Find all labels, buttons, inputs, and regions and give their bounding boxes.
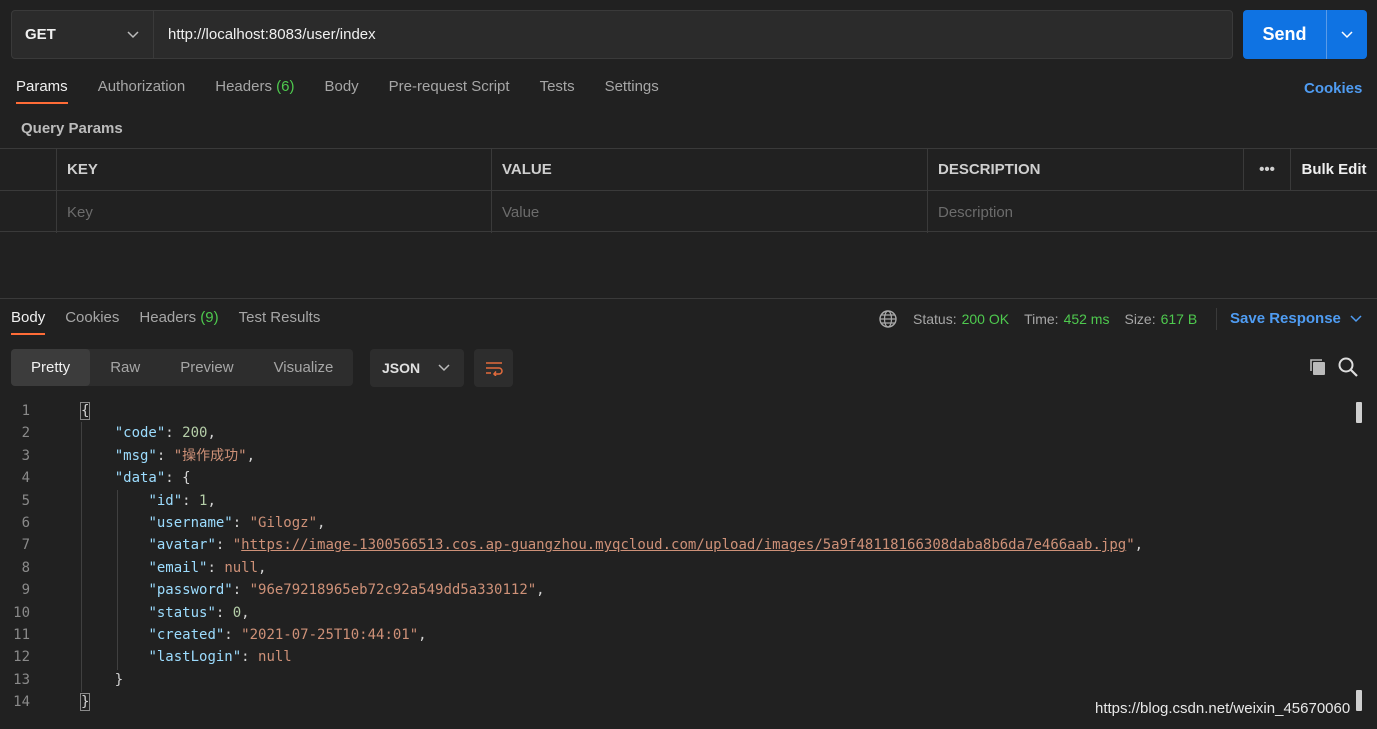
- headers-count: (6): [276, 78, 295, 95]
- watermark-text: https://blog.csdn.net/weixin_45670060: [1095, 700, 1351, 717]
- view-pretty[interactable]: Pretty: [11, 349, 91, 386]
- value-input[interactable]: Value: [491, 191, 928, 233]
- tab-pre-request-script[interactable]: Pre-request Script: [389, 78, 510, 104]
- format-select[interactable]: JSON: [370, 349, 464, 387]
- copy-icon[interactable]: [1307, 356, 1329, 378]
- tab-settings[interactable]: Settings: [605, 78, 659, 104]
- scrollbar-top[interactable]: [1356, 402, 1362, 423]
- bulk-edit-button[interactable]: Bulk Edit: [1290, 149, 1377, 190]
- request-tabs: Params Authorization Headers (6) Body Pr…: [16, 78, 689, 104]
- tab-headers[interactable]: Headers (6): [215, 78, 294, 104]
- code-line: 10 "status": 0,: [13, 604, 250, 621]
- chevron-down-icon: [438, 364, 450, 372]
- response-meta: Status: 200 OK Time: 452 ms Size: 617 B: [878, 309, 1212, 329]
- code-line: 13 }: [13, 671, 124, 688]
- time-value[interactable]: 452 ms: [1064, 311, 1110, 327]
- description-input[interactable]: Description: [927, 191, 1244, 233]
- tab-authorization[interactable]: Authorization: [98, 78, 186, 104]
- avatar-link[interactable]: https://image-1300566513.cos.ap-guangzho…: [241, 537, 1126, 553]
- response-headers-count: (9): [200, 309, 219, 326]
- table-row: Key Value Description: [0, 191, 1377, 233]
- status-value[interactable]: 200 OK: [962, 311, 1009, 327]
- code-line: 5 "id": 1,: [21, 492, 216, 509]
- column-key: KEY: [56, 149, 492, 190]
- separator: [1216, 308, 1217, 330]
- url-input[interactable]: [154, 11, 1232, 58]
- status-label: Status:: [913, 311, 957, 327]
- send-button-group: Send: [1243, 10, 1367, 59]
- size-label: Size:: [1124, 311, 1156, 327]
- size-value[interactable]: 617 B: [1161, 311, 1198, 327]
- key-input[interactable]: Key: [56, 191, 492, 233]
- tab-response-cookies[interactable]: Cookies: [65, 309, 119, 335]
- tab-response-body[interactable]: Body: [11, 309, 46, 335]
- response-body-editor[interactable]: 1{ 2 "code": 200, 3 "msg": "操作成功", 4 "da…: [0, 400, 1350, 713]
- view-preview[interactable]: Preview: [160, 349, 253, 386]
- code-line: 12 "lastLogin": null: [13, 649, 292, 666]
- code-line: 4 "data": {: [21, 470, 191, 487]
- column-value: VALUE: [491, 149, 928, 190]
- code-line: 2 "code": 200,: [21, 425, 216, 442]
- tab-test-results[interactable]: Test Results: [239, 309, 321, 335]
- query-params-title: Query Params: [21, 120, 123, 137]
- tab-body[interactable]: Body: [324, 78, 358, 104]
- tab-tests[interactable]: Tests: [540, 78, 575, 104]
- response-tabs: Body Cookies Headers (9) Test Results: [11, 309, 340, 335]
- code-line: 3 "msg": "操作成功",: [21, 447, 256, 464]
- method-label: GET: [25, 26, 56, 43]
- code-line: 1{: [21, 402, 91, 420]
- chevron-down-icon: [1341, 30, 1353, 38]
- view-mode-segment: Pretty Raw Preview Visualize: [11, 349, 354, 386]
- code-line: 9 "password": "96e79218965eb72c92a549dd5…: [21, 582, 545, 599]
- scrollbar-bottom[interactable]: [1356, 690, 1362, 711]
- code-line: 8 "email": null,: [21, 559, 267, 576]
- tab-response-headers[interactable]: Headers (9): [139, 309, 218, 335]
- chevron-down-icon: [127, 30, 139, 38]
- wrap-icon: [485, 362, 503, 376]
- method-select[interactable]: GET: [12, 11, 154, 58]
- code-line: 11 "created": "2021-07-25T10:44:01",: [13, 626, 427, 643]
- time-label: Time:: [1024, 311, 1059, 327]
- code-line: 6 "username": "Gilogz",: [21, 514, 326, 531]
- request-bar: GET: [11, 10, 1233, 59]
- view-visualize[interactable]: Visualize: [254, 349, 354, 386]
- send-options-button[interactable]: [1326, 10, 1367, 59]
- panel-divider[interactable]: [0, 298, 1377, 299]
- send-button[interactable]: Send: [1243, 10, 1326, 59]
- save-response-button[interactable]: Save Response: [1230, 310, 1362, 327]
- view-raw[interactable]: Raw: [90, 349, 160, 386]
- more-options-button[interactable]: •••: [1243, 149, 1290, 190]
- tab-params[interactable]: Params: [16, 78, 68, 104]
- cookies-link[interactable]: Cookies: [1304, 80, 1362, 97]
- chevron-down-icon: [1350, 314, 1362, 322]
- column-description: DESCRIPTION: [927, 149, 1244, 190]
- table-header-row: KEY VALUE DESCRIPTION ••• Bulk Edit: [0, 149, 1377, 191]
- query-params-table: KEY VALUE DESCRIPTION ••• Bulk Edit Key …: [0, 148, 1377, 233]
- search-icon[interactable]: [1337, 356, 1359, 378]
- code-line: 7 "avatar": "https://image-1300566513.co…: [21, 537, 1144, 554]
- wrap-lines-button[interactable]: [474, 349, 513, 387]
- globe-icon[interactable]: [878, 309, 898, 329]
